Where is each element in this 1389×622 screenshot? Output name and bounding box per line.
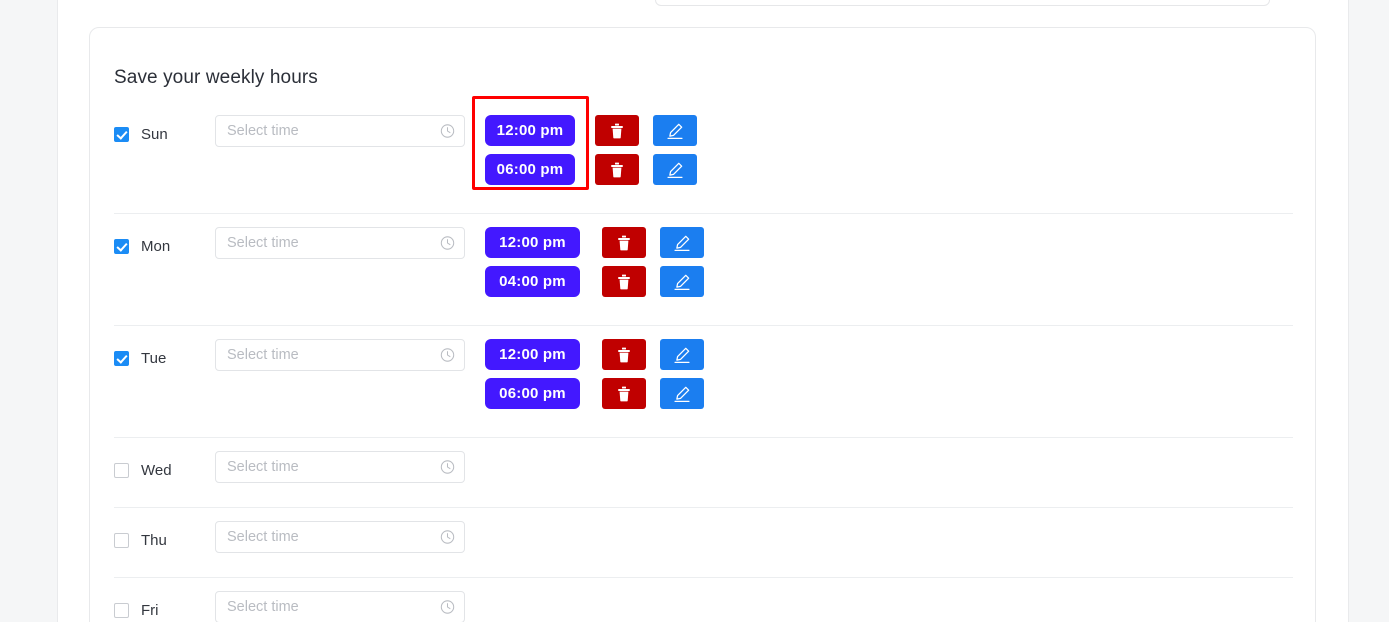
day-label: Wed xyxy=(141,461,172,479)
time-slots-sun: 12:00 pm 06:00 pm xyxy=(485,115,697,185)
row-spacer xyxy=(114,489,1293,507)
day-row-thu: Thu Select time xyxy=(114,508,1293,578)
clock-icon[interactable] xyxy=(440,600,455,615)
checkbox-tue[interactable] xyxy=(114,350,129,366)
day-row-inner: Sun Select time 12:00 pm 06:00 pm xyxy=(114,102,1293,185)
pencil-icon xyxy=(673,273,691,291)
select-time-placeholder: Select time xyxy=(227,347,299,363)
row-spacer xyxy=(114,185,1293,213)
checkbox-sun[interactable] xyxy=(114,126,129,142)
clock-icon[interactable] xyxy=(440,348,455,363)
delete-slot-button[interactable] xyxy=(602,339,646,370)
row-spacer xyxy=(114,297,1293,325)
row-spacer xyxy=(114,559,1293,577)
pencil-icon xyxy=(673,385,691,403)
clock-icon[interactable] xyxy=(440,530,455,545)
page-title: Save your weekly hours xyxy=(114,67,318,88)
edit-slot-button[interactable] xyxy=(660,227,704,258)
day-row-inner: Fri Select time xyxy=(114,578,1293,622)
time-slot-chip[interactable]: 12:00 pm xyxy=(485,227,580,258)
clock-icon[interactable] xyxy=(440,236,455,251)
trash-icon xyxy=(617,274,631,290)
edit-slot-button[interactable] xyxy=(660,266,704,297)
day-label: Fri xyxy=(141,601,159,619)
time-slot-chip[interactable]: 04:00 pm xyxy=(485,266,580,297)
trash-icon xyxy=(617,386,631,402)
select-time-placeholder: Select time xyxy=(227,529,299,545)
time-slot-chip[interactable]: 06:00 pm xyxy=(485,378,580,409)
select-time-placeholder: Select time xyxy=(227,123,299,139)
edit-slot-button[interactable] xyxy=(660,339,704,370)
day-toggle-cell: Wed xyxy=(114,451,215,489)
select-time-placeholder: Select time xyxy=(227,235,299,251)
day-row-mon: Mon Select time 12:00 pm 04:00 pm xyxy=(114,214,1293,326)
page-gutter-right xyxy=(1348,0,1389,622)
time-slots-tue: 12:00 pm 06:00 pm xyxy=(485,339,704,409)
day-toggle-cell: Sun xyxy=(114,115,215,153)
select-time-placeholder: Select time xyxy=(227,459,299,475)
delete-slot-button[interactable] xyxy=(595,115,639,146)
day-toggle-cell: Fri xyxy=(114,591,215,622)
weekly-hours-card: Save your weekly hours Sun Select time 12:… xyxy=(89,27,1316,622)
day-row-tue: Tue Select time 12:00 pm 06:00 pm xyxy=(114,326,1293,438)
day-toggle-cell: Tue xyxy=(114,339,215,377)
edit-slot-button[interactable] xyxy=(653,154,697,185)
checkbox-mon[interactable] xyxy=(114,238,129,254)
delete-slot-button[interactable] xyxy=(595,154,639,185)
day-row-inner: Tue Select time 12:00 pm 06:00 pm xyxy=(114,326,1293,409)
weekly-hours-list: Sun Select time 12:00 pm 06:00 pm Mon Select … xyxy=(114,102,1293,622)
day-row-inner: Mon Select time 12:00 pm 04:00 pm xyxy=(114,214,1293,297)
day-row-wed: Wed Select time xyxy=(114,438,1293,508)
checkbox-fri[interactable] xyxy=(114,602,129,618)
time-slot-row: 12:00 pm xyxy=(485,339,704,370)
clock-icon[interactable] xyxy=(440,124,455,139)
select-time-input-tue[interactable]: Select time xyxy=(215,339,465,371)
day-toggle-cell: Thu xyxy=(114,521,215,559)
pencil-icon xyxy=(666,122,684,140)
trash-icon xyxy=(617,347,631,363)
select-time-input-thu[interactable]: Select time xyxy=(215,521,465,553)
day-label: Tue xyxy=(141,349,167,367)
pencil-icon xyxy=(673,234,691,252)
day-row-fri: Fri Select time xyxy=(114,578,1293,622)
day-toggle-cell: Mon xyxy=(114,227,215,265)
time-slot-row: 12:00 pm xyxy=(485,115,697,146)
time-slot-chip[interactable]: 12:00 pm xyxy=(485,339,580,370)
time-slot-chip[interactable]: 12:00 pm xyxy=(485,115,575,146)
day-row-inner: Thu Select time xyxy=(114,508,1293,559)
checkbox-wed[interactable] xyxy=(114,462,129,478)
edit-slot-button[interactable] xyxy=(660,378,704,409)
trash-icon xyxy=(610,162,624,178)
time-slot-chip[interactable]: 06:00 pm xyxy=(485,154,575,185)
delete-slot-button[interactable] xyxy=(602,378,646,409)
page-gutter-left xyxy=(0,0,58,622)
app-viewport: Save your weekly hours Sun Select time 12:… xyxy=(0,0,1389,622)
select-time-input-sun[interactable]: Select time xyxy=(215,115,465,147)
row-spacer xyxy=(114,409,1293,437)
select-time-input-fri[interactable]: Select time xyxy=(215,591,465,622)
time-slot-row: 12:00 pm xyxy=(485,227,704,258)
time-slot-row: 04:00 pm xyxy=(485,266,704,297)
day-row-sun: Sun Select time 12:00 pm 06:00 pm xyxy=(114,102,1293,214)
delete-slot-button[interactable] xyxy=(602,266,646,297)
select-time-placeholder: Select time xyxy=(227,599,299,615)
pencil-icon xyxy=(666,161,684,179)
pencil-icon xyxy=(673,346,691,364)
clock-icon[interactable] xyxy=(440,460,455,475)
trash-icon xyxy=(617,235,631,251)
trash-icon xyxy=(610,123,624,139)
time-slot-row: 06:00 pm xyxy=(485,154,697,185)
select-time-input-wed[interactable]: Select time xyxy=(215,451,465,483)
delete-slot-button[interactable] xyxy=(602,227,646,258)
edit-slot-button[interactable] xyxy=(653,115,697,146)
day-label: Mon xyxy=(141,237,171,255)
select-time-input-mon[interactable]: Select time xyxy=(215,227,465,259)
checkbox-thu[interactable] xyxy=(114,532,129,548)
time-slot-row: 06:00 pm xyxy=(485,378,704,409)
day-row-inner: Wed Select time xyxy=(114,438,1293,489)
day-label: Thu xyxy=(141,531,167,549)
time-slots-mon: 12:00 pm 04:00 pm xyxy=(485,227,704,297)
partial-panel-above xyxy=(655,0,1270,6)
day-label: Sun xyxy=(141,125,168,143)
